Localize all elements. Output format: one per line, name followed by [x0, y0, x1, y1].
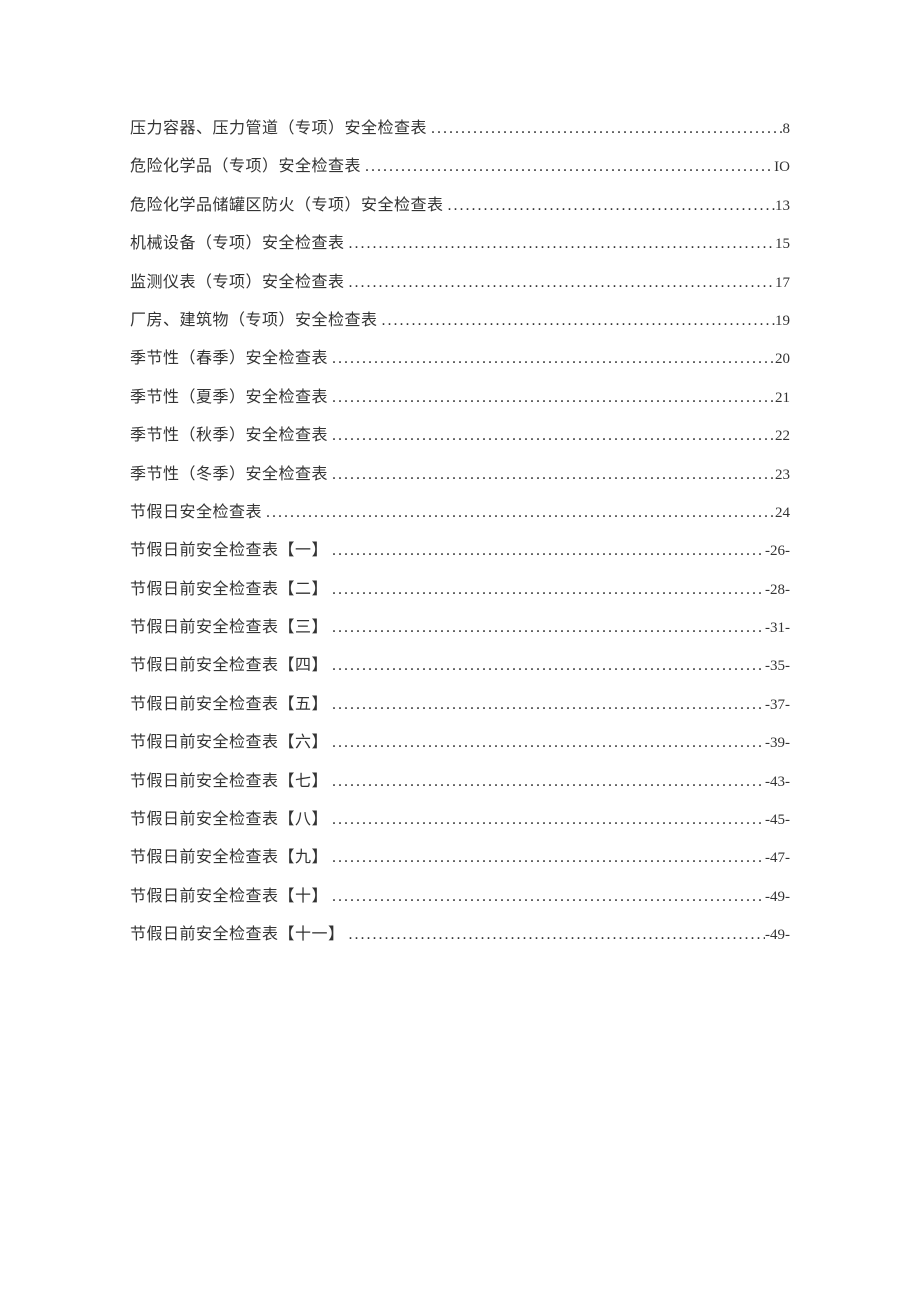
toc-page: 19	[775, 303, 790, 339]
toc-page: -31-	[765, 610, 790, 646]
toc-page: -43-	[765, 764, 790, 800]
toc-entry: 节假日前安全检查表【一】 -26-	[130, 532, 790, 570]
toc-page: IO	[774, 149, 790, 185]
toc-page: 23	[775, 457, 790, 493]
toc-title: 厂房、建筑物（专项）安全检查表	[130, 302, 378, 340]
toc-entry: 节假日前安全检查表【七】 -43-	[130, 763, 790, 801]
toc-title: 节假日前安全检查表【五】	[130, 686, 328, 724]
toc-entry: 节假日前安全检查表【十】 -49-	[130, 878, 790, 916]
toc-dots	[328, 878, 765, 916]
toc-dots	[328, 532, 765, 570]
toc-page: -26-	[765, 533, 790, 569]
toc-title: 压力容器、压力管道（专项）安全检查表	[130, 110, 427, 148]
toc-title: 节假日前安全检查表【八】	[130, 801, 328, 839]
toc-dots	[328, 571, 765, 609]
toc-title: 节假日前安全检查表【四】	[130, 647, 328, 685]
toc-entry: 危险化学品（专项）安全检查表 IO	[130, 148, 790, 186]
toc-dots	[328, 609, 765, 647]
toc-entry: 监测仪表（专项）安全检查表 17	[130, 264, 790, 302]
toc-dots	[328, 417, 775, 455]
toc-page: 13	[775, 188, 790, 224]
toc-entry: 机械设备（专项）安全检查表 15	[130, 225, 790, 263]
toc-title: 节假日前安全检查表【二】	[130, 571, 328, 609]
toc-entry: 危险化学品储罐区防火（专项）安全检查表 13	[130, 187, 790, 225]
toc-entry: 节假日前安全检查表【五】 -37-	[130, 686, 790, 724]
toc-dots	[345, 916, 765, 954]
toc-title: 节假日前安全检查表【六】	[130, 724, 328, 762]
toc-entry: 节假日安全检查表 24	[130, 494, 790, 532]
toc-dots	[345, 225, 775, 263]
toc-entry: 节假日前安全检查表【三】 -31-	[130, 609, 790, 647]
toc-dots	[427, 110, 782, 148]
toc-page: 15	[775, 226, 790, 262]
toc-title: 危险化学品（专项）安全检查表	[130, 148, 361, 186]
toc-dots	[328, 686, 765, 724]
toc-page: -28-	[765, 572, 790, 608]
toc-title: 节假日前安全检查表【九】	[130, 839, 328, 877]
toc-page: -49-	[765, 917, 790, 953]
table-of-contents: 压力容器、压力管道（专项）安全检查表 8 危险化学品（专项）安全检查表 IO 危…	[130, 110, 790, 955]
toc-title: 机械设备（专项）安全检查表	[130, 225, 345, 263]
toc-page: 21	[775, 380, 790, 416]
toc-dots	[328, 763, 765, 801]
toc-page: 24	[775, 495, 790, 531]
toc-title: 节假日安全检查表	[130, 494, 262, 532]
toc-page: 17	[775, 265, 790, 301]
toc-dots	[328, 379, 775, 417]
toc-dots	[328, 724, 765, 762]
toc-entry: 节假日前安全检查表【十一】 -49-	[130, 916, 790, 954]
toc-entry: 压力容器、压力管道（专项）安全检查表 8	[130, 110, 790, 148]
toc-dots	[328, 801, 765, 839]
toc-dots	[444, 187, 775, 225]
toc-entry: 季节性（夏季）安全检查表 21	[130, 379, 790, 417]
toc-title: 节假日前安全检查表【一】	[130, 532, 328, 570]
toc-title: 季节性（春季）安全检查表	[130, 340, 328, 378]
toc-page: -35-	[765, 648, 790, 684]
toc-page: -47-	[765, 840, 790, 876]
toc-title: 节假日前安全检查表【七】	[130, 763, 328, 801]
toc-page: 8	[783, 111, 791, 147]
toc-dots	[361, 148, 774, 186]
toc-dots	[262, 494, 775, 532]
toc-dots	[328, 340, 775, 378]
toc-entry: 节假日前安全检查表【二】 -28-	[130, 571, 790, 609]
toc-entry: 厂房、建筑物（专项）安全检查表 19	[130, 302, 790, 340]
toc-title: 节假日前安全检查表【三】	[130, 609, 328, 647]
toc-entry: 季节性（冬季）安全检查表 23	[130, 456, 790, 494]
toc-title: 季节性（夏季）安全检查表	[130, 379, 328, 417]
toc-title: 季节性（秋季）安全检查表	[130, 417, 328, 455]
toc-page: -45-	[765, 802, 790, 838]
toc-entry: 节假日前安全检查表【八】 -45-	[130, 801, 790, 839]
toc-entry: 节假日前安全检查表【四】 -35-	[130, 647, 790, 685]
toc-page: -37-	[765, 687, 790, 723]
toc-dots	[328, 839, 765, 877]
toc-entry: 季节性（春季）安全检查表 20	[130, 340, 790, 378]
toc-page: 20	[775, 341, 790, 377]
toc-page: 22	[775, 418, 790, 454]
toc-entry: 节假日前安全检查表【九】 -47-	[130, 839, 790, 877]
toc-title: 节假日前安全检查表【十一】	[130, 916, 345, 954]
toc-dots	[345, 264, 775, 302]
toc-title: 监测仪表（专项）安全检查表	[130, 264, 345, 302]
toc-entry: 节假日前安全检查表【六】 -39-	[130, 724, 790, 762]
toc-page: -49-	[765, 879, 790, 915]
toc-title: 危险化学品储罐区防火（专项）安全检查表	[130, 187, 444, 225]
toc-dots	[378, 302, 775, 340]
toc-title: 节假日前安全检查表【十】	[130, 878, 328, 916]
toc-title: 季节性（冬季）安全检查表	[130, 456, 328, 494]
toc-page: -39-	[765, 725, 790, 761]
toc-entry: 季节性（秋季）安全检查表 22	[130, 417, 790, 455]
toc-dots	[328, 456, 775, 494]
toc-dots	[328, 647, 765, 685]
